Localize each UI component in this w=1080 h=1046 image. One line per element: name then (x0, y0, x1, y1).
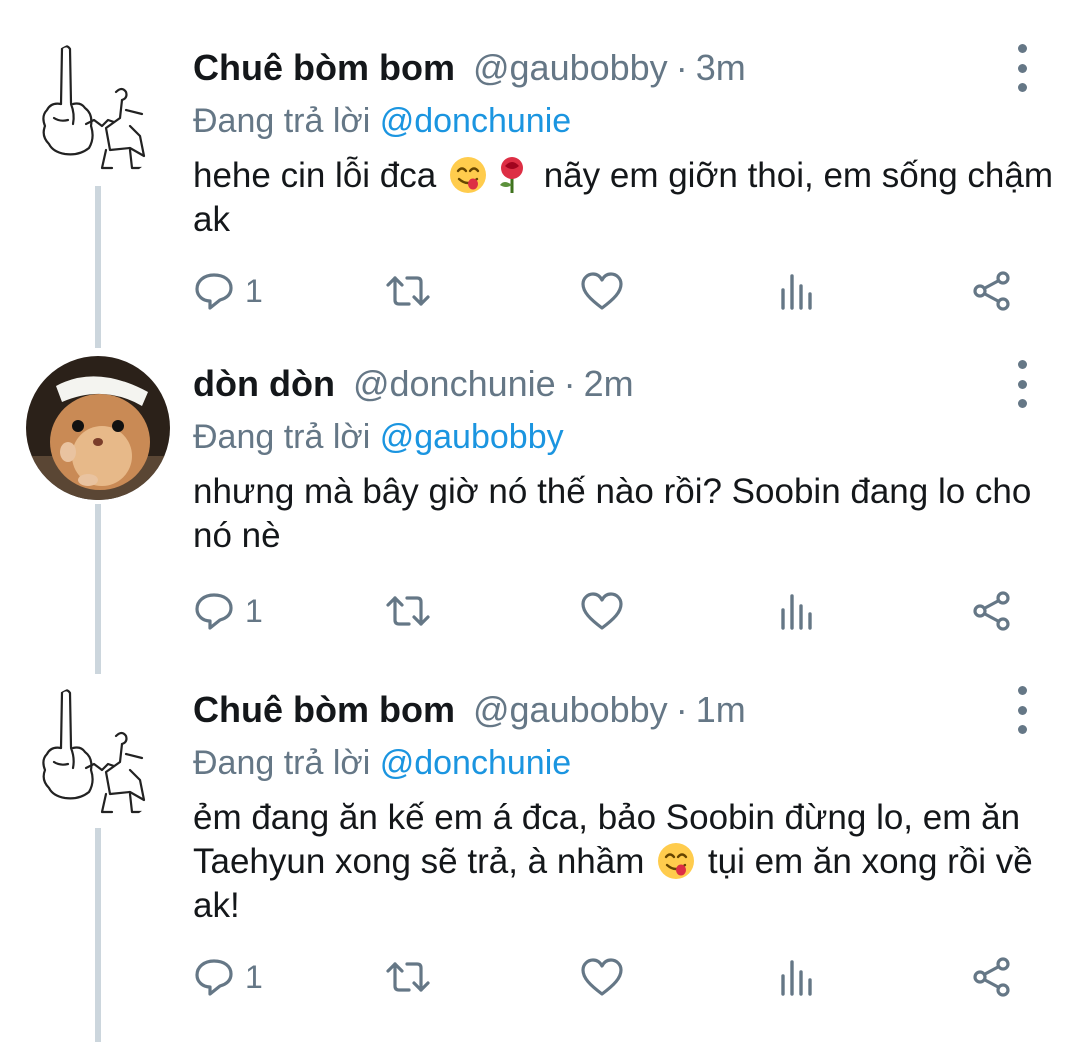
retweet-icon (386, 276, 430, 306)
more-vertical-icon[interactable] (1005, 360, 1039, 408)
reply-icon (195, 959, 233, 996)
face-savoring-food-emoji (449, 157, 486, 193)
thread-line (95, 334, 101, 348)
thread-line (95, 828, 101, 1042)
display-name[interactable]: Chuê bòm bom (193, 689, 455, 731)
action-bar: 1 (193, 266, 1023, 316)
retweet-button[interactable] (385, 266, 431, 316)
analytics-button[interactable] (777, 952, 817, 1002)
share-button[interactable] (971, 952, 1013, 1002)
more-vertical-icon[interactable] (1005, 686, 1039, 734)
like-button[interactable] (580, 266, 624, 316)
analytics-button[interactable] (777, 586, 817, 636)
retweet-icon (386, 596, 430, 626)
reply-icon (195, 593, 233, 630)
heart-icon (581, 592, 623, 630)
reply-button[interactable]: 1 (193, 266, 263, 316)
reply-button[interactable]: 1 (193, 952, 263, 1002)
analytics-icon (781, 274, 812, 310)
retweet-icon (386, 962, 430, 992)
avatar[interactable] (26, 682, 170, 826)
mention-link[interactable]: @donchunie (380, 102, 571, 140)
analytics-icon (781, 594, 812, 630)
share-icon (973, 957, 1010, 997)
hamster-avatar-image (26, 356, 170, 500)
mention-link[interactable]: @gaubobby (380, 418, 564, 456)
separator: · (675, 689, 688, 730)
like-button[interactable] (580, 952, 624, 1002)
tweet-text-part: hehe cin lỗi đca (193, 156, 437, 195)
reply-context: Đang trả lời @gaubobby (193, 418, 564, 457)
reply-icon (195, 273, 233, 310)
share-icon (973, 591, 1010, 631)
reply-count: 1 (245, 958, 263, 995)
timestamp[interactable]: 2m (584, 363, 634, 405)
display-name[interactable]: dòn dòn (193, 363, 335, 405)
thread-line (95, 504, 101, 674)
analytics-button[interactable] (777, 266, 817, 316)
share-icon (973, 271, 1010, 311)
tweet[interactable]: Chuê bòm bom @gaubobby · 1m Đang trả lời… (0, 680, 1080, 1042)
analytics-icon (781, 960, 812, 996)
tweet-text: nhưng mà bây giờ nó thế nào rồi? Soobin … (193, 472, 1032, 555)
avatar[interactable] (26, 356, 170, 500)
face-savoring-food-emoji (658, 843, 695, 879)
like-button[interactable] (580, 586, 624, 636)
more-vertical-icon[interactable] (1005, 44, 1039, 92)
avatar[interactable] (26, 38, 170, 182)
separator: · (675, 47, 688, 88)
heart-icon (581, 272, 623, 310)
tweet[interactable]: dòn dòn @donchunie · 2m Đang trả lời @ga… (0, 334, 1080, 674)
tweet-header: Chuê bòm bom @gaubobby · 3m (193, 38, 746, 98)
middle-finger-avatar-image (26, 38, 170, 182)
tweet-text: ẻm đang ăn kế em á đca, bảo Soobin đừng … (193, 796, 1053, 928)
reply-prefix: Đang trả lời (193, 418, 371, 456)
share-button[interactable] (971, 586, 1013, 636)
retweet-button[interactable] (385, 586, 431, 636)
share-button[interactable] (971, 266, 1013, 316)
reply-prefix: Đang trả lời (193, 744, 371, 782)
action-bar: 1 (193, 952, 1023, 1002)
tweet-text: hehe cin lỗi đca nãy em giỡn thoi, em số… (193, 154, 1053, 242)
tweet-header: dòn dòn @donchunie · 2m (193, 354, 634, 414)
reply-context: Đang trả lời @donchunie (193, 744, 571, 783)
tweet[interactable]: Chuê bòm bom @gaubobby · 3m Đang trả lời… (0, 38, 1080, 346)
reply-count: 1 (245, 272, 263, 309)
action-bar: 1 (193, 586, 1023, 636)
reply-button[interactable]: 1 (193, 586, 263, 636)
timestamp[interactable]: 3m (696, 47, 746, 89)
thread-line (95, 186, 101, 346)
middle-finger-avatar-image (26, 682, 170, 826)
reply-context: Đang trả lời @donchunie (193, 102, 571, 141)
reply-prefix: Đang trả lời (193, 102, 371, 140)
username[interactable]: @donchunie (353, 363, 556, 405)
username[interactable]: @gaubobby (473, 47, 668, 89)
mention-link[interactable]: @donchunie (380, 744, 571, 782)
separator: · (563, 363, 576, 404)
retweet-button[interactable] (385, 952, 431, 1002)
username[interactable]: @gaubobby (473, 689, 668, 731)
tweet-header: Chuê bòm bom @gaubobby · 1m (193, 680, 746, 740)
rose-emoji (499, 157, 523, 193)
display-name[interactable]: Chuê bòm bom (193, 47, 455, 89)
reply-count: 1 (245, 592, 263, 629)
timestamp[interactable]: 1m (696, 689, 746, 731)
heart-icon (581, 958, 623, 996)
